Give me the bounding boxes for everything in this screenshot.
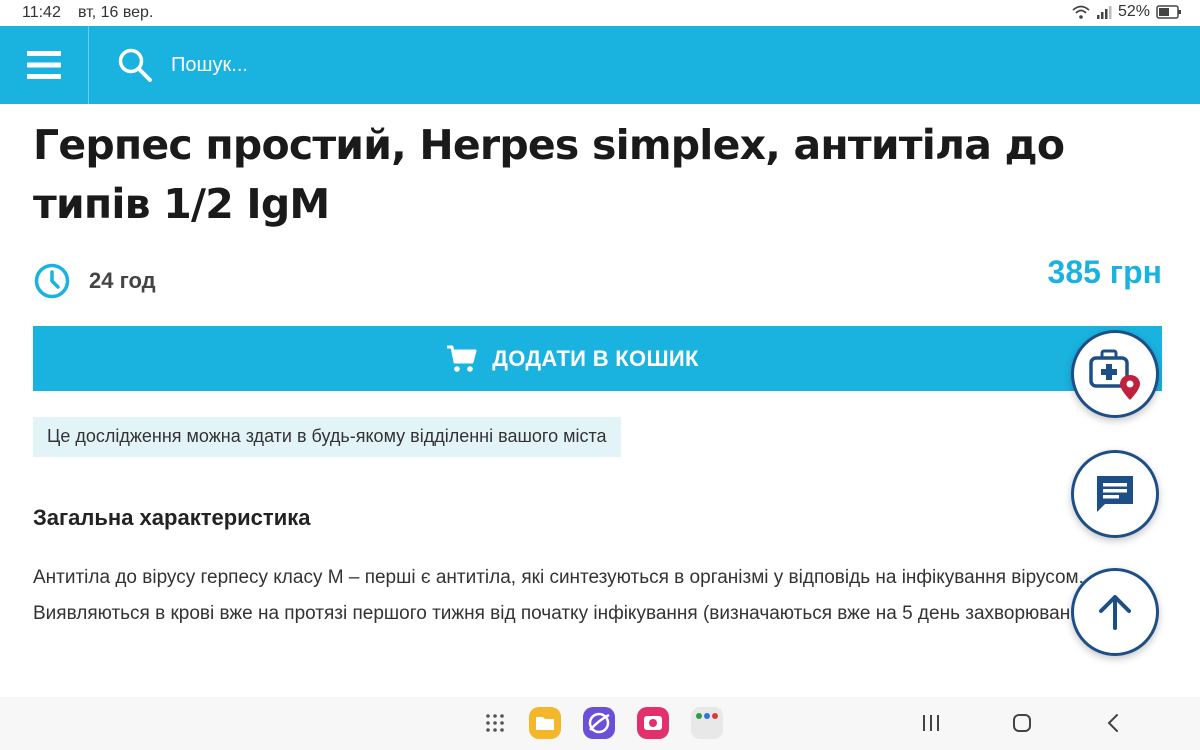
add-to-cart-label: ДОДАТИ В КОШИК <box>492 345 699 371</box>
page-title: Герпес простий, Herpes simplex, антитіла… <box>33 121 1065 228</box>
chat-button[interactable] <box>1071 450 1159 538</box>
browser-app-button[interactable] <box>581 705 617 741</box>
files-app-icon <box>529 707 561 739</box>
status-bar: 11:42 вт, 16 вер. 52% <box>0 0 1200 26</box>
section-body: Антитіла до вірусу герпесу класу М – пер… <box>33 560 1153 632</box>
files-app-button[interactable] <box>527 705 563 741</box>
recents-icon <box>923 715 939 731</box>
menu-button[interactable] <box>0 26 89 104</box>
chat-icon <box>1097 476 1133 512</box>
add-to-cart-button[interactable]: ДОДАТИ В КОШИК <box>33 326 1162 391</box>
search-placeholder: Пошук... <box>171 53 248 76</box>
multi-app-button[interactable] <box>689 705 725 741</box>
availability-notice: Це дослідження можна здати в будь-якому … <box>33 417 621 457</box>
search-input[interactable]: Пошук... <box>90 26 790 104</box>
cart-icon <box>447 345 477 372</box>
wifi-icon <box>1072 5 1090 19</box>
status-icons: 52% <box>1072 3 1182 21</box>
clinic-location-icon <box>1089 349 1140 400</box>
home-icon <box>1013 714 1031 732</box>
browser-app-icon <box>583 707 615 739</box>
system-nav-bar <box>0 697 1200 750</box>
signal-icon <box>1096 6 1112 19</box>
duration-text: 24 год <box>89 268 156 293</box>
clinic-locator-button[interactable] <box>1071 330 1159 418</box>
search-icon <box>118 48 152 82</box>
back-icon <box>1107 714 1118 732</box>
app-drawer-button[interactable] <box>480 705 510 741</box>
status-date: вт, 16 вер. <box>78 4 154 21</box>
battery-percent: 52% <box>1117 3 1150 20</box>
home-button[interactable] <box>1008 705 1036 741</box>
app-bar: Пошук... <box>0 26 1200 104</box>
description-paragraph: Виявляються в крові вже на протязі першо… <box>33 603 1103 624</box>
recents-button[interactable] <box>918 705 944 741</box>
multi-app-icon <box>691 707 723 739</box>
arrow-up-icon <box>1099 595 1131 630</box>
app-drawer-icon <box>486 714 504 732</box>
camera-app-icon <box>637 707 669 739</box>
description-paragraph: Антитіла до вірусу герпесу класу М – пер… <box>33 567 1084 588</box>
status-time: 11:42 <box>22 4 61 21</box>
camera-app-button[interactable] <box>635 705 671 741</box>
battery-icon <box>1156 5 1181 19</box>
duration-row: 24 год <box>33 262 156 300</box>
back-button[interactable] <box>1100 705 1126 741</box>
scroll-to-top-button[interactable] <box>1071 568 1159 656</box>
hamburger-menu-icon <box>27 51 61 79</box>
price: 385 грн <box>1047 254 1162 290</box>
section-heading: Загальна характеристика <box>33 505 311 530</box>
clock-icon <box>34 263 70 299</box>
